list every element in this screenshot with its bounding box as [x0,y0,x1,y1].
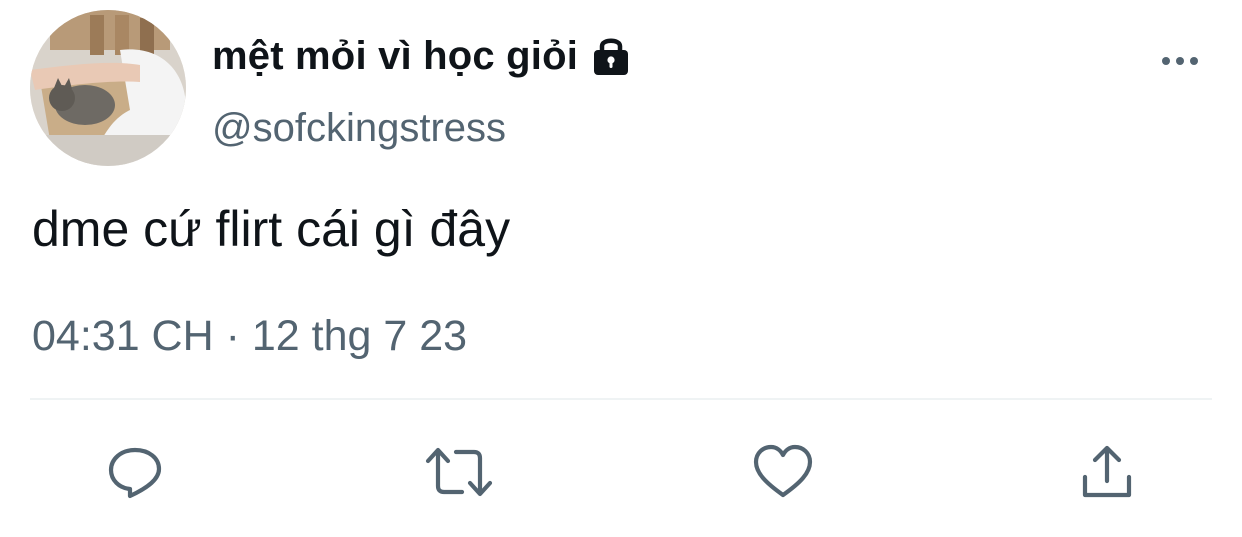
display-name-text: mệt mỏi vì học giỏi [212,33,579,78]
like-button[interactable] [748,440,818,504]
divider [30,398,1212,400]
more-options-button[interactable] [1156,46,1204,76]
reply-button[interactable] [100,440,170,504]
retweet-icon [425,447,493,497]
share-icon [1082,445,1132,498]
user-handle[interactable]: @sofckingstress [212,106,506,151]
heart-icon [753,444,813,498]
avatar-image [30,10,186,166]
retweet-button[interactable] [424,440,494,504]
lock-icon [588,33,634,79]
share-button[interactable] [1072,440,1142,504]
avatar[interactable] [30,10,186,166]
display-name[interactable]: mệt mỏi vì học giỏi [212,32,634,80]
tweet-timestamp[interactable]: 04:31 CH · 12 thg 7 23 [32,312,467,361]
reply-icon [108,447,162,499]
more-icon [1162,57,1198,65]
tweet-text: dme cứ flirt cái gì đây [32,201,511,257]
